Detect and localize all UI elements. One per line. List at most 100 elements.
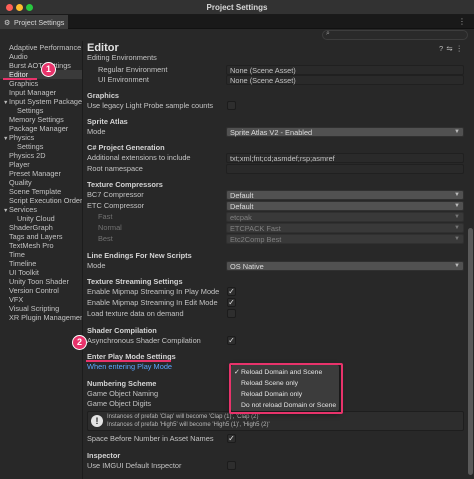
numbering-help-box: ! Instances of prefab 'Clap' will become… — [87, 411, 464, 431]
sidebar-item-scene-template[interactable]: Scene Template — [9, 187, 61, 196]
menu-item-reload-scene-only[interactable]: Reload Scene only — [231, 379, 339, 389]
sidebar-item-time[interactable]: Time — [9, 250, 25, 259]
inspector-header: Inspector — [87, 451, 121, 460]
sidebar-item-package-manager[interactable]: Package Manager — [9, 124, 68, 133]
sidebar-item-unity-toon-shader[interactable]: Unity Toon Shader — [9, 277, 69, 286]
regular-env-label: Regular Environment — [98, 65, 168, 74]
dropdown-value: OS Native — [230, 262, 264, 271]
csharp-header: C# Project Generation — [87, 143, 165, 152]
sidebar-item-graphics[interactable]: Graphics — [9, 79, 38, 88]
sidebar-item-tags-layers[interactable]: Tags and Layers — [9, 232, 63, 241]
chevron-down-icon: ▼ — [454, 214, 460, 220]
load-on-demand-label: Load texture data on demand — [87, 309, 184, 318]
sidebar-group-input-system[interactable]: ▼Input System Package — [3, 97, 82, 106]
menu-item-reload-domain-scene[interactable]: ✓ Reload Domain and Scene — [231, 368, 339, 378]
sidebar-item-physics-settings[interactable]: Settings — [17, 142, 43, 151]
sidebar-item-ui-toolkit[interactable]: UI Toolkit — [9, 268, 39, 277]
sidebar-item-shadergraph[interactable]: ShaderGraph — [9, 223, 53, 232]
line-endings-mode-label: Mode — [87, 261, 106, 270]
sidebar-item-audio[interactable]: Audio — [9, 52, 28, 61]
menu-item-label: Reload Scene only — [241, 380, 299, 387]
tab-bar: ⚙ Project Settings ⋮ — [0, 15, 474, 29]
go-naming-label: Game Object Naming — [87, 389, 159, 398]
async-shader-checkbox[interactable]: ✓ — [227, 336, 236, 345]
sidebar-item-quality[interactable]: Quality — [9, 178, 32, 187]
dropdown-value: Etc2Comp Best — [230, 235, 282, 244]
sidebar-item-player[interactable]: Player — [9, 160, 30, 169]
search-icon: ⌕ — [326, 30, 330, 37]
panel-toolbar: ?⇋⋮ — [439, 44, 466, 53]
sidebar-item-burst-aot[interactable]: Burst AOT Settings — [9, 61, 71, 70]
normal-label: Normal — [98, 223, 122, 232]
dropdown-value: etcpak — [230, 213, 252, 222]
etc-dropdown[interactable]: Default ▼ — [226, 201, 464, 211]
scrollbar[interactable] — [468, 228, 473, 475]
sidebar-item-memory-settings[interactable]: Memory Settings — [9, 115, 64, 124]
sidebar-item-script-execution-order[interactable]: Script Execution Order — [9, 196, 82, 205]
numbering-header: Numbering Scheme — [87, 379, 157, 388]
regular-env-field[interactable]: None (Scene Asset) — [226, 65, 464, 75]
window-title: Project Settings — [206, 3, 268, 12]
sidebar-item-vfx[interactable]: VFX — [9, 295, 23, 304]
sidebar-item-version-control[interactable]: Version Control — [9, 286, 59, 295]
dropdown-value: Sprite Atlas V2 - Enabled — [230, 128, 313, 137]
mip-edit-checkbox[interactable]: ✓ — [227, 298, 236, 307]
sidebar-item-adaptive-performance[interactable]: Adaptive Performance — [9, 43, 81, 52]
bc7-dropdown[interactable]: Default ▼ — [226, 190, 464, 200]
settings-sidebar: Adaptive Performance Audio Burst AOT Set… — [0, 41, 83, 479]
shader-compilation-header: Shader Compilation — [87, 326, 157, 335]
line-endings-header: Line Endings For New Scripts — [87, 251, 192, 260]
chevron-down-icon: ▼ — [454, 192, 460, 198]
help-line-2: Instances of prefab 'High5' will become … — [107, 422, 270, 428]
sidebar-item-input-system-settings[interactable]: Settings — [17, 106, 43, 115]
preset-icon[interactable]: ⇋ — [446, 44, 455, 53]
sidebar-item-visual-scripting[interactable]: Visual Scripting — [9, 304, 59, 313]
menu-item-label: Do not reload Domain or Scene — [241, 402, 337, 409]
sidebar-group-physics[interactable]: ▼Physics — [3, 133, 34, 142]
chevron-down-icon: ▼ — [454, 129, 460, 135]
root-namespace-field[interactable] — [226, 164, 464, 174]
texture-streaming-header: Texture Streaming Settings — [87, 277, 183, 286]
sidebar-group-services[interactable]: ▼Services — [3, 205, 37, 214]
check-icon: ✓ — [234, 369, 240, 376]
annotation-underline-play-mode — [86, 360, 171, 362]
window-titlebar: Project Settings — [0, 0, 474, 15]
menu-item-no-reload[interactable]: Do not reload Domain or Scene — [231, 401, 339, 411]
chevron-down-icon: ▼ — [454, 236, 460, 242]
fast-dropdown: etcpak ▼ — [226, 212, 464, 222]
more-icon[interactable]: ⋮ — [458, 17, 469, 26]
sidebar-item-textmesh-pro[interactable]: TextMesh Pro — [9, 241, 54, 250]
check-icon: ✓ — [228, 336, 235, 345]
mip-edit-label: Enable Mipmap Streaming In Edit Mode — [87, 298, 218, 307]
sprite-atlas-mode-dropdown[interactable]: Sprite Atlas V2 - Enabled ▼ — [226, 127, 464, 137]
additional-extensions-field[interactable]: txt;xml;fnt;cd;asmdef;rsp;asmref — [226, 153, 464, 163]
more-icon[interactable]: ⋮ — [456, 44, 467, 53]
annotation-underline-editor — [3, 78, 37, 80]
sidebar-item-unity-cloud[interactable]: Unity Cloud — [17, 214, 55, 223]
imgui-checkbox[interactable] — [227, 461, 236, 470]
sidebar-item-xr-plugin[interactable]: XR Plugin Management — [9, 313, 82, 322]
tab-project-settings[interactable]: ⚙ Project Settings — [0, 15, 68, 29]
imgui-label: Use IMGUI Default Inspector — [87, 461, 182, 470]
menu-item-reload-domain-only[interactable]: Reload Domain only — [231, 390, 339, 400]
sidebar-item-input-manager[interactable]: Input Manager — [9, 88, 56, 97]
line-endings-dropdown[interactable]: OS Native ▼ — [226, 261, 464, 271]
check-icon: ✓ — [228, 287, 235, 296]
bc7-label: BC7 Compressor — [87, 190, 144, 199]
texture-compressors-header: Texture Compressors — [87, 180, 163, 189]
sidebar-item-label: Input System Package — [9, 97, 83, 106]
space-before-number-checkbox[interactable]: ✓ — [227, 434, 236, 443]
legacy-light-probe-checkbox[interactable] — [227, 101, 236, 110]
sidebar-item-preset-manager[interactable]: Preset Manager — [9, 169, 61, 178]
chevron-down-icon: ▼ — [454, 203, 460, 209]
tab-options: ⋮ — [458, 17, 469, 26]
chevron-down-icon: ▼ — [454, 263, 460, 269]
sprite-atlas-mode-label: Mode — [87, 127, 106, 136]
sidebar-item-timeline[interactable]: Timeline — [9, 259, 36, 268]
sidebar-item-label: Physics — [9, 133, 35, 142]
ui-env-field[interactable]: None (Scene Asset) — [226, 75, 464, 85]
sidebar-item-physics-2d[interactable]: Physics 2D — [9, 151, 46, 160]
load-on-demand-checkbox[interactable] — [227, 309, 236, 318]
mip-play-checkbox[interactable]: ✓ — [227, 287, 236, 296]
search-input[interactable]: ⌕ — [322, 30, 468, 40]
